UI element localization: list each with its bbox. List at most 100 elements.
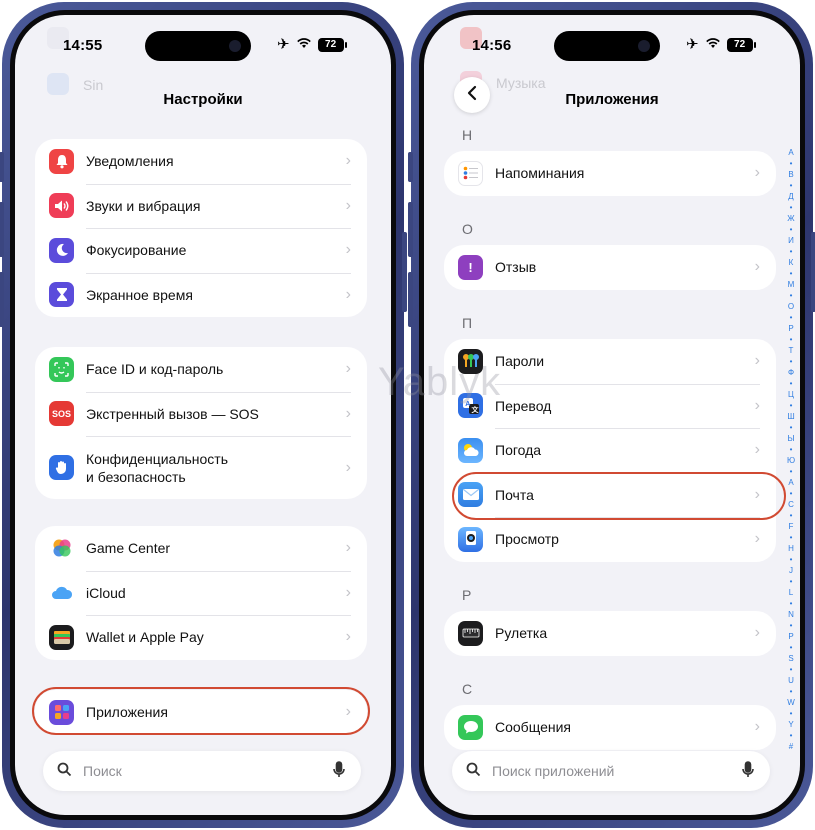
settings-row-wallet[interactable]: Wallet и Apple Pay › bbox=[35, 615, 367, 660]
index-letter[interactable]: Д bbox=[788, 191, 793, 202]
index-letter[interactable]: Р bbox=[788, 323, 793, 334]
index-letter[interactable]: • bbox=[790, 730, 793, 741]
search-bar[interactable]: Поиск приложений bbox=[452, 751, 770, 791]
row-label: Уведомления bbox=[86, 153, 174, 170]
index-letter[interactable]: J bbox=[789, 565, 793, 576]
index-letter[interactable]: Т bbox=[789, 345, 794, 356]
index-letter[interactable]: • bbox=[790, 202, 793, 213]
app-row-measure[interactable]: Рулетка › bbox=[444, 611, 776, 656]
microphone-icon[interactable] bbox=[333, 761, 345, 781]
index-letter[interactable]: • bbox=[790, 224, 793, 235]
index-letter[interactable]: • bbox=[790, 620, 793, 631]
app-row-reminders[interactable]: Напоминания › bbox=[444, 151, 776, 196]
index-letter[interactable]: Y bbox=[788, 719, 793, 730]
index-letter[interactable]: W bbox=[787, 697, 795, 708]
index-letter[interactable]: К bbox=[789, 257, 794, 268]
speaker-icon bbox=[49, 193, 74, 219]
index-letter[interactable]: • bbox=[790, 422, 793, 433]
index-letter[interactable]: • bbox=[790, 576, 793, 587]
index-letter[interactable]: • bbox=[790, 378, 793, 389]
index-letter[interactable]: • bbox=[790, 510, 793, 521]
settings-row-privacy[interactable]: Конфиденциальность и безопасность › bbox=[35, 436, 367, 499]
dynamic-island bbox=[554, 31, 660, 61]
apps-group-n: Напоминания › bbox=[444, 151, 776, 196]
index-letter[interactable]: H bbox=[788, 543, 794, 554]
index-letter[interactable]: • bbox=[790, 290, 793, 301]
settings-row-focus[interactable]: Фокусирование › bbox=[35, 228, 367, 273]
index-letter[interactable]: # bbox=[789, 741, 793, 752]
index-letter[interactable]: • bbox=[790, 554, 793, 565]
settings-row-sos[interactable]: SOS Экстренный вызов — SOS › bbox=[35, 391, 367, 437]
power-button bbox=[811, 232, 815, 312]
row-label: Конфиденциальность и безопасность bbox=[86, 450, 229, 485]
app-row-weather[interactable]: Погода › bbox=[444, 428, 776, 473]
index-letter[interactable]: Ш bbox=[787, 411, 794, 422]
chevron-right-icon: › bbox=[754, 164, 760, 182]
index-letter[interactable]: • bbox=[790, 312, 793, 323]
index-letter[interactable]: • bbox=[790, 642, 793, 653]
app-row-messages[interactable]: Сообщения › bbox=[444, 705, 776, 750]
settings-row-notifications[interactable]: Уведомления › bbox=[35, 139, 367, 184]
index-letter[interactable]: N bbox=[788, 609, 794, 620]
index-letter[interactable]: Ц bbox=[788, 389, 794, 400]
volume-up-button bbox=[0, 202, 4, 257]
index-letter[interactable]: М bbox=[788, 279, 795, 290]
index-letter[interactable]: В bbox=[788, 169, 793, 180]
alphabet-index[interactable]: А • В • Д • Ж • И • К • М • О • Р • Т • Ф • Ц • Ш • Ы • Ю • A • C • F • H • J •… bbox=[785, 147, 797, 752]
chevron-right-icon: › bbox=[754, 396, 760, 414]
index-letter[interactable]: • bbox=[790, 356, 793, 367]
app-row-preview[interactable]: Просмотр › bbox=[444, 517, 776, 562]
dynamic-island bbox=[145, 31, 251, 61]
index-letter[interactable]: И bbox=[788, 235, 794, 246]
index-letter[interactable]: • bbox=[790, 664, 793, 675]
index-letter[interactable]: • bbox=[790, 444, 793, 455]
index-letter[interactable]: F bbox=[789, 521, 794, 532]
settings-row-icloud[interactable]: iCloud › bbox=[35, 570, 367, 616]
index-letter[interactable]: • bbox=[790, 598, 793, 609]
index-letter[interactable]: Ю bbox=[787, 455, 795, 466]
index-letter[interactable]: • bbox=[790, 334, 793, 345]
index-letter[interactable]: • bbox=[790, 532, 793, 543]
index-letter[interactable]: U bbox=[788, 675, 794, 686]
index-letter[interactable]: P bbox=[788, 631, 793, 642]
index-letter[interactable]: • bbox=[790, 686, 793, 697]
index-letter[interactable]: • bbox=[790, 180, 793, 191]
index-letter[interactable]: А bbox=[788, 147, 793, 158]
app-row-feedback[interactable]: ! Отзыв › bbox=[444, 245, 776, 290]
search-bar[interactable]: Поиск bbox=[43, 751, 361, 791]
index-letter[interactable]: • bbox=[790, 708, 793, 719]
index-letter[interactable]: S bbox=[788, 653, 793, 664]
index-letter[interactable]: • bbox=[790, 466, 793, 477]
chevron-right-icon: › bbox=[345, 285, 351, 303]
settings-row-sounds[interactable]: Звуки и вибрация › bbox=[35, 183, 367, 229]
settings-row-faceid[interactable]: Face ID и код-пароль › bbox=[35, 347, 367, 392]
chevron-right-icon: › bbox=[754, 624, 760, 642]
status-icons: ✈ 72 bbox=[277, 37, 347, 53]
index-letter[interactable]: • bbox=[790, 246, 793, 257]
index-letter[interactable]: Ы bbox=[787, 433, 794, 444]
search-input[interactable]: Поиск bbox=[83, 763, 122, 779]
index-letter[interactable]: Ж bbox=[787, 213, 794, 224]
index-letter[interactable]: • bbox=[790, 158, 793, 169]
settings-group-security: Face ID и код-пароль › SOS Экстренный вы… bbox=[35, 347, 367, 499]
index-letter[interactable]: L bbox=[789, 587, 793, 598]
index-letter[interactable]: • bbox=[790, 488, 793, 499]
chevron-right-icon: › bbox=[345, 628, 351, 646]
index-letter[interactable]: Ф bbox=[788, 367, 794, 378]
search-input[interactable]: Поиск приложений bbox=[492, 763, 614, 779]
index-letter[interactable]: C bbox=[788, 499, 794, 510]
highlight-outline-apps bbox=[32, 687, 370, 735]
index-letter[interactable]: A bbox=[788, 477, 793, 488]
index-letter[interactable]: О bbox=[788, 301, 794, 312]
settings-row-game-center[interactable]: Game Center › bbox=[35, 526, 367, 571]
microphone-icon[interactable] bbox=[742, 761, 754, 781]
wallet-icon bbox=[49, 624, 74, 650]
section-header: Н bbox=[462, 127, 473, 143]
hourglass-icon bbox=[49, 282, 74, 308]
index-letter[interactable]: • bbox=[790, 268, 793, 279]
wifi-icon bbox=[705, 37, 721, 53]
section-header: П bbox=[462, 315, 473, 331]
settings-row-screen-time[interactable]: Экранное время › bbox=[35, 272, 367, 318]
index-letter[interactable]: • bbox=[790, 400, 793, 411]
volume-down-button bbox=[0, 272, 4, 327]
